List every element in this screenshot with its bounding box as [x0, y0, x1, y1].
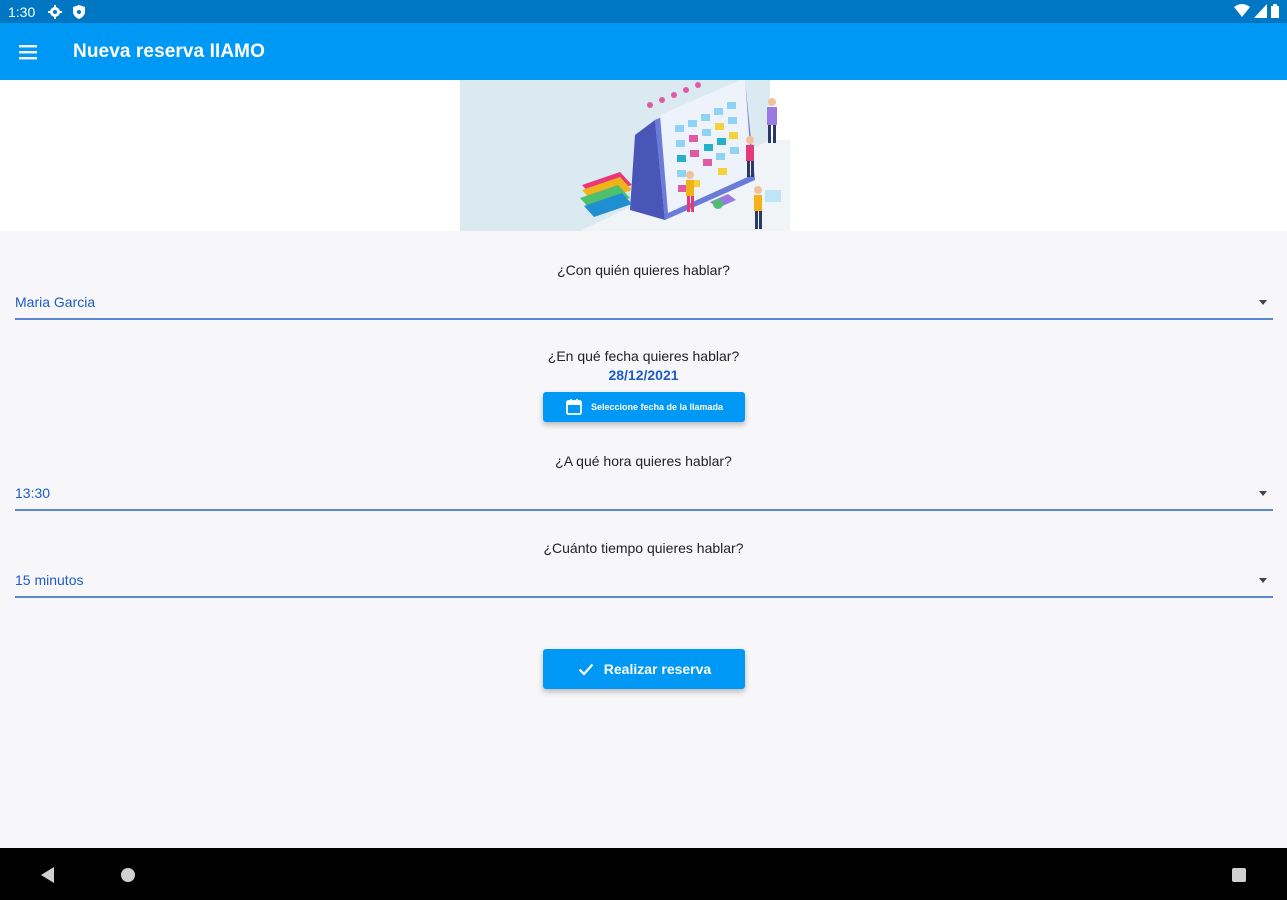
settings-icon: [48, 5, 62, 19]
submit-booking-label: Realizar reserva: [603, 661, 712, 677]
contact-value: Maria Garcia: [15, 294, 96, 310]
select-date-button[interactable]: Seleccione fecha de la llamada: [543, 392, 745, 422]
check-icon: [578, 663, 594, 676]
recents-icon[interactable]: [1231, 867, 1247, 883]
dropdown-arrow-icon: [1259, 491, 1267, 496]
back-icon[interactable]: [39, 866, 57, 884]
hero-banner: [0, 80, 1287, 231]
duration-dropdown[interactable]: 15 minutos: [15, 564, 1273, 598]
signal-icon: [1254, 4, 1267, 18]
dropdown-arrow-icon: [1259, 578, 1267, 583]
time-dropdown[interactable]: 13:30: [15, 477, 1273, 511]
battery-icon: [1271, 4, 1279, 18]
calendar-illustration: [460, 80, 790, 231]
dropdown-arrow-icon: [1259, 300, 1267, 305]
duration-question: ¿Cuánto tiempo quieres hablar?: [543, 540, 744, 556]
date-question: ¿En qué fecha quieres hablar?: [547, 348, 740, 364]
contact-question: ¿Con quién quieres hablar?: [557, 262, 730, 278]
status-time: 1:30: [8, 4, 36, 20]
time-value: 13:30: [15, 485, 51, 501]
app-bar: Nueva reserva IIAMO: [0, 23, 1287, 80]
submit-booking-button[interactable]: Realizar reserva: [543, 649, 745, 689]
time-question: ¿A qué hora quieres hablar?: [555, 453, 732, 469]
contact-dropdown[interactable]: Maria Garcia: [15, 286, 1273, 320]
calendar-icon: [566, 399, 582, 415]
status-bar: 1:30: [0, 0, 1287, 23]
home-icon[interactable]: [120, 867, 136, 883]
page-title: Nueva reserva IIAMO: [73, 41, 265, 62]
shield-icon: [73, 5, 85, 19]
wifi-icon: [1234, 4, 1250, 17]
selected-date: 28/12/2021: [608, 367, 679, 383]
system-nav-bar: [0, 848, 1287, 900]
menu-icon[interactable]: [17, 41, 39, 63]
select-date-label: Seleccione fecha de la llamada: [590, 402, 724, 412]
duration-value: 15 minutos: [15, 572, 84, 588]
